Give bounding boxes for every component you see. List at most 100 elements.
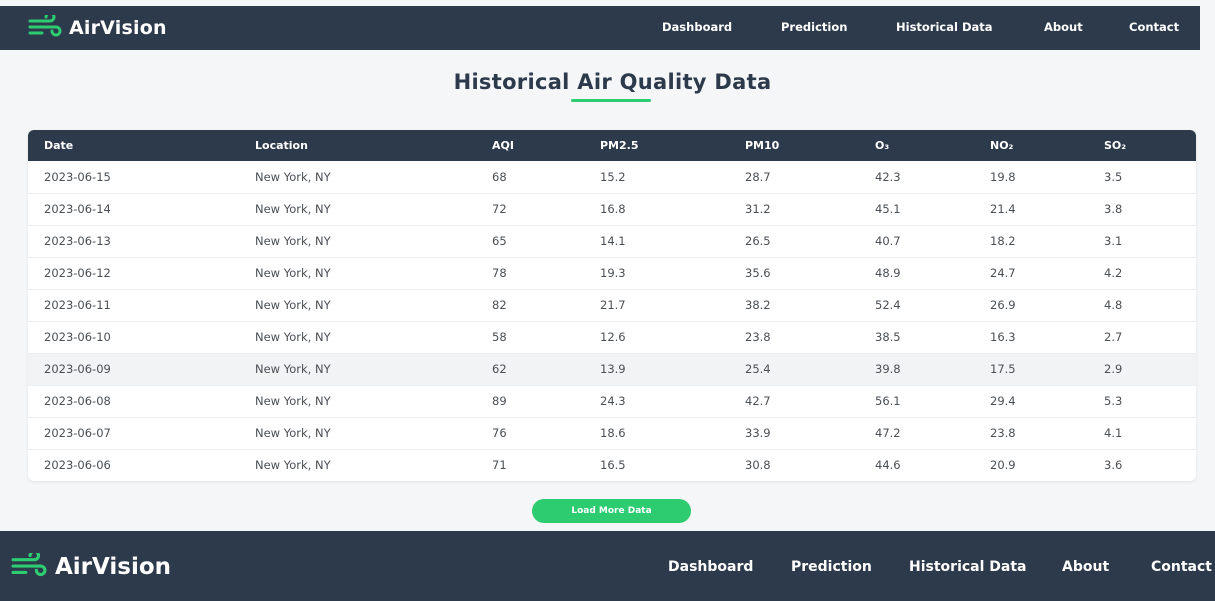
cell-location: New York, NY (255, 266, 331, 280)
cell-o3: 39.8 (875, 362, 901, 376)
cell-so2: 3.8 (1104, 202, 1123, 216)
cell-location: New York, NY (255, 169, 331, 184)
cell-pm10: 33.9 (745, 426, 771, 440)
cell-location: New York, NY (255, 394, 331, 408)
cell-location: New York, NY (255, 202, 331, 216)
nav-link-prediction[interactable]: Prediction (781, 20, 847, 34)
cell-o3: 44.6 (875, 458, 901, 473)
load-more-button[interactable]: Load More Data (532, 499, 691, 523)
table-row[interactable]: 2023-06-11 New York, NY 82 21.7 38.2 52.4 26.9… (28, 289, 1196, 321)
cell-no2: 20.9 (990, 458, 1016, 473)
cell-pm25: 15.2 (600, 169, 626, 184)
cell-no2: 18.2 (990, 234, 1016, 248)
table-row[interactable]: 2023-06-08 New York, NY 89 24.3 42.7 56.1 29.4… (28, 385, 1196, 417)
table-row[interactable]: 2023-06-10 New York, NY 58 12.6 23.8 38.5 16.3… (28, 321, 1196, 353)
cell-so2: 2.9 (1104, 362, 1123, 376)
top-navbar: AirVision Dashboard Prediction Historica… (0, 6, 1200, 50)
footer-link-about[interactable]: About (1062, 559, 1109, 575)
cell-date: 2023-06-09 (44, 362, 111, 376)
cell-pm10: 26.5 (745, 234, 771, 248)
cell-so2: 2.7 (1104, 330, 1123, 344)
nav-link-about[interactable]: About (1044, 20, 1083, 34)
cell-aqi: 82 (492, 298, 507, 312)
column-header-location[interactable]: Location (239, 130, 476, 161)
footer-link-prediction[interactable]: Prediction (791, 559, 872, 575)
table-row[interactable]: 2023-06-06 New York, NY 71 16.5 30.8 44.6 20.9… (28, 449, 1196, 481)
cell-pm10: 31.2 (745, 202, 771, 216)
cell-pm25: 24.3 (600, 394, 626, 408)
cell-pm10: 38.2 (745, 298, 771, 312)
footer-brand-logo[interactable]: AirVision (11, 549, 172, 581)
cell-so2: 4.2 (1104, 266, 1123, 280)
footer-brand-name: AirVision (55, 554, 172, 580)
historical-data-table: Date Location AQI PM2.5 PM10 O₃ NO₂ SO₂ … (28, 130, 1196, 481)
cell-date: 2023-06-12 (44, 266, 111, 280)
cell-date: 2023-06-15 (44, 169, 111, 184)
column-header-pm25[interactable]: PM2.5 (584, 130, 729, 161)
cell-no2: 24.7 (990, 266, 1016, 280)
cell-location: New York, NY (255, 362, 331, 376)
cell-pm10: 28.7 (745, 169, 771, 184)
cell-aqi: 68 (492, 169, 507, 184)
table-row[interactable]: 2023-06-07 New York, NY 76 18.6 33.9 47.2 23.8… (28, 417, 1196, 449)
cell-pm25: 18.6 (600, 426, 626, 440)
cell-date: 2023-06-08 (44, 394, 111, 408)
column-header-pm10[interactable]: PM10 (729, 130, 859, 161)
table-row[interactable]: 2023-06-14 New York, NY 72 16.8 31.2 45.1 21.4… (28, 193, 1196, 225)
table-row[interactable]: 2023-06-12 New York, NY 78 19.3 35.6 48.9 24.7… (28, 257, 1196, 289)
cell-aqi: 72 (492, 202, 507, 216)
cell-o3: 45.1 (875, 202, 901, 216)
cell-aqi: 89 (492, 394, 507, 408)
cell-so2: 4.8 (1104, 298, 1123, 312)
cell-date: 2023-06-10 (44, 330, 111, 344)
column-header-aqi[interactable]: AQI (476, 130, 584, 161)
cell-aqi: 62 (492, 362, 507, 376)
table-row[interactable]: 2023-06-09 New York, NY 62 13.9 25.4 39.8 17.5… (28, 353, 1196, 385)
cell-date: 2023-06-06 (44, 458, 111, 473)
cell-pm10: 42.7 (745, 394, 771, 408)
table-header-row: Date Location AQI PM2.5 PM10 O₃ NO₂ SO₂ (28, 130, 1196, 161)
cell-location: New York, NY (255, 426, 331, 440)
cell-pm25: 21.7 (600, 298, 626, 312)
cell-date: 2023-06-14 (44, 202, 111, 216)
cell-pm25: 19.3 (600, 266, 626, 280)
cell-pm25: 16.8 (600, 202, 626, 216)
cell-so2: 3.6 (1104, 458, 1123, 473)
cell-o3: 56.1 (875, 394, 901, 408)
cell-aqi: 58 (492, 330, 507, 344)
nav-links: Dashboard Prediction Historical Data Abo… (0, 6, 1200, 50)
footer-link-contact[interactable]: Contact (1151, 559, 1212, 575)
cell-aqi: 78 (492, 266, 507, 280)
cell-date: 2023-06-13 (44, 234, 111, 248)
cell-so2: 5.3 (1104, 394, 1123, 408)
cell-aqi: 65 (492, 234, 507, 248)
cell-no2: 16.3 (990, 330, 1016, 344)
footer-link-historical-data[interactable]: Historical Data (909, 559, 1027, 575)
cell-aqi: 71 (492, 458, 507, 473)
cell-o3: 40.7 (875, 234, 901, 248)
cell-pm10: 30.8 (745, 458, 771, 473)
cell-date: 2023-06-07 (44, 426, 111, 440)
cell-pm25: 16.5 (600, 458, 626, 473)
column-header-o3[interactable]: O₃ (859, 130, 974, 161)
cell-pm10: 35.6 (745, 266, 771, 280)
column-header-so2[interactable]: SO₂ (1088, 130, 1196, 161)
column-header-no2[interactable]: NO₂ (974, 130, 1088, 161)
footer-link-dashboard[interactable]: Dashboard (668, 559, 753, 575)
nav-link-historical-data[interactable]: Historical Data (896, 20, 993, 34)
nav-link-dashboard[interactable]: Dashboard (662, 20, 732, 34)
cell-pm10: 25.4 (745, 362, 771, 376)
cell-no2: 21.4 (990, 202, 1016, 216)
table-row[interactable]: 2023-06-13 New York, NY 65 14.1 26.5 40.7 18.2… (28, 225, 1196, 257)
column-header-date[interactable]: Date (28, 130, 239, 161)
page-title: Historical Air Quality Data (453, 70, 772, 94)
table-row[interactable]: 2023-06-15 New York, NY 68 15.2 28.7 42.3 19.8… (28, 161, 1196, 193)
cell-o3: 48.9 (875, 266, 901, 280)
page: AirVision Dashboard Prediction Historica… (0, 0, 1215, 601)
cell-no2: 26.9 (990, 298, 1016, 312)
cell-o3: 38.5 (875, 330, 901, 344)
table-body: 2023-06-15 New York, NY 68 15.2 28.7 42.3 19.8… (28, 161, 1196, 481)
cell-pm25: 14.1 (600, 234, 626, 248)
nav-link-contact[interactable]: Contact (1129, 20, 1179, 34)
title-underline (571, 99, 651, 102)
